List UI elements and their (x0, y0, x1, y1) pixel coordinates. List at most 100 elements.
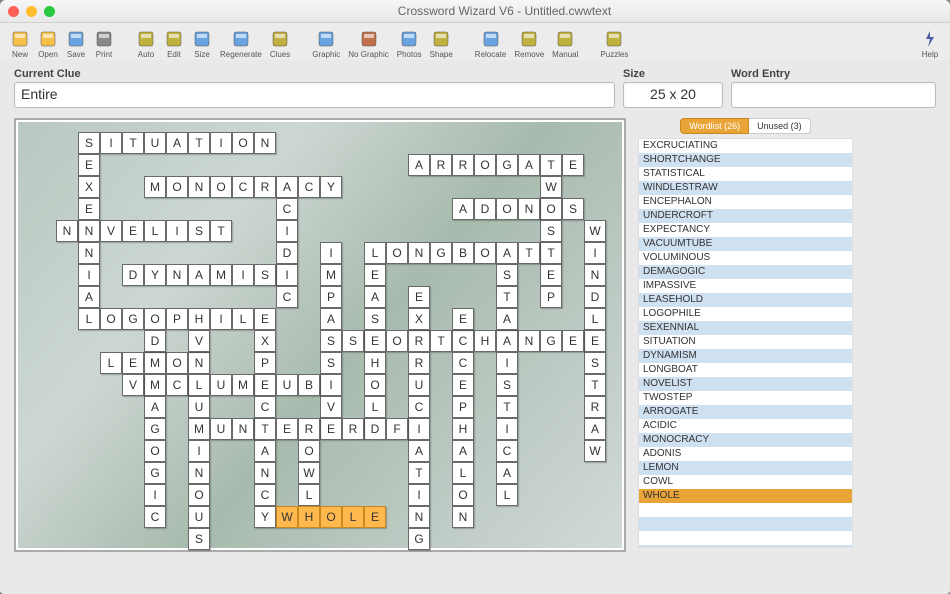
word-row[interactable]: SEXENNIAL (639, 321, 852, 335)
grid-cell[interactable]: R (584, 396, 606, 418)
grid-cell[interactable]: O (364, 374, 386, 396)
grid-cell[interactable]: O (100, 308, 122, 330)
grid-cell[interactable]: Y (144, 264, 166, 286)
grid-cell[interactable]: O (452, 484, 474, 506)
word-row[interactable]: VACUUMTUBE (639, 237, 852, 251)
word-row[interactable]: COWL (639, 475, 852, 489)
grid-cell[interactable]: D (122, 264, 144, 286)
grid-cell[interactable]: S (562, 198, 584, 220)
grid-cell[interactable]: S (320, 352, 342, 374)
grid-cell[interactable]: O (474, 154, 496, 176)
grid-cell[interactable]: N (232, 418, 254, 440)
grid-cell[interactable]: S (320, 330, 342, 352)
word-row[interactable]: UNDERCROFT (639, 209, 852, 223)
word-row[interactable]: ENCEPHALON (639, 195, 852, 209)
grid-cell[interactable]: Y (320, 176, 342, 198)
word-row[interactable]: IMPASSIVE (639, 279, 852, 293)
grid-cell[interactable]: E (584, 330, 606, 352)
grid-cell[interactable]: P (540, 286, 562, 308)
grid-cell[interactable]: P (254, 352, 276, 374)
grid-cell[interactable]: C (166, 374, 188, 396)
grid-cell[interactable]: M (144, 374, 166, 396)
grid-cell[interactable]: S (342, 330, 364, 352)
grid-cell[interactable]: L (364, 396, 386, 418)
grid-cell[interactable]: A (144, 396, 166, 418)
crossword-grid-panel[interactable]: SITUATIONEXENNIALARROGATEMONOCRACYCIDICW… (14, 118, 626, 552)
grid-cell[interactable]: A (452, 440, 474, 462)
grid-cell[interactable]: N (408, 506, 430, 528)
grid-cell[interactable]: A (408, 154, 430, 176)
grid-cell[interactable]: E (78, 154, 100, 176)
word-row[interactable]: TWOSTEP (639, 391, 852, 405)
grid-cell[interactable]: P (320, 286, 342, 308)
grid-cell[interactable]: C (254, 484, 276, 506)
grid-cell[interactable]: V (188, 330, 210, 352)
word-row[interactable]: DEMAGOGIC (639, 265, 852, 279)
grid-cell[interactable]: E (320, 418, 342, 440)
grid-cell[interactable]: S (254, 264, 276, 286)
grid-cell[interactable]: S (188, 220, 210, 242)
grid-cell[interactable]: N (188, 352, 210, 374)
word-row[interactable]: EXCRUCIATING (639, 139, 852, 153)
word-row[interactable]: LOGOPHILE (639, 307, 852, 321)
grid-cell[interactable]: O (144, 308, 166, 330)
grid-cell[interactable]: E (254, 374, 276, 396)
nographic-button[interactable]: No Graphic (344, 29, 392, 61)
grid-cell[interactable]: S (364, 308, 386, 330)
grid-cell[interactable]: N (166, 264, 188, 286)
grid-cell[interactable]: G (408, 528, 430, 550)
grid-cell[interactable]: D (584, 286, 606, 308)
grid-cell[interactable]: S (188, 528, 210, 550)
grid-cell[interactable]: A (518, 154, 540, 176)
clues-button[interactable]: Clues (266, 29, 294, 61)
grid-cell[interactable]: L (188, 374, 210, 396)
grid-cell[interactable]: U (276, 374, 298, 396)
grid-cell[interactable]: L (342, 506, 364, 528)
grid-cell[interactable]: D (364, 418, 386, 440)
word-row[interactable]: VOLUMINOUS (639, 251, 852, 265)
grid-cell[interactable]: X (254, 330, 276, 352)
grid-cell[interactable]: M (188, 418, 210, 440)
grid-cell[interactable]: A (496, 462, 518, 484)
grid-cell[interactable]: U (188, 506, 210, 528)
grid-cell[interactable]: T (408, 462, 430, 484)
grid-cell[interactable]: T (430, 330, 452, 352)
new-button[interactable]: New (6, 29, 34, 61)
grid-cell[interactable]: T (496, 286, 518, 308)
grid-cell[interactable]: I (276, 220, 298, 242)
grid-cell[interactable]: I (188, 440, 210, 462)
regenerate-button[interactable]: Regenerate (216, 29, 266, 61)
grid-cell[interactable]: S (78, 132, 100, 154)
grid-cell[interactable]: U (144, 132, 166, 154)
grid-cell[interactable]: S (584, 352, 606, 374)
grid-cell[interactable]: M (144, 352, 166, 374)
grid-cell[interactable]: L (100, 352, 122, 374)
grid-cell[interactable]: O (144, 440, 166, 462)
edit-button[interactable]: Edit (160, 29, 188, 61)
grid-cell[interactable]: C (298, 176, 320, 198)
grid-cell[interactable]: I (210, 132, 232, 154)
grid-cell[interactable]: I (320, 374, 342, 396)
word-row[interactable]: SITUATION (639, 335, 852, 349)
size-button[interactable]: Size (188, 29, 216, 61)
grid-cell[interactable]: R (408, 330, 430, 352)
grid-cell[interactable]: I (584, 242, 606, 264)
grid-cell[interactable]: G (122, 308, 144, 330)
grid-cell[interactable]: S (540, 220, 562, 242)
grid-cell[interactable]: N (78, 220, 100, 242)
grid-cell[interactable]: I (320, 242, 342, 264)
grid-cell[interactable]: L (364, 242, 386, 264)
grid-cell[interactable]: S (496, 374, 518, 396)
grid-cell[interactable]: L (232, 308, 254, 330)
grid-cell[interactable]: I (166, 220, 188, 242)
word-row[interactable]: SHORTCHANGE (639, 153, 852, 167)
grid-cell[interactable]: W (584, 440, 606, 462)
grid-cell[interactable]: O (386, 242, 408, 264)
word-row[interactable]: DYNAMISM (639, 349, 852, 363)
grid-cell[interactable]: O (188, 484, 210, 506)
grid-size-input[interactable]: 25 x 20 (623, 82, 723, 108)
grid-cell[interactable]: N (518, 330, 540, 352)
grid-cell[interactable]: N (518, 198, 540, 220)
grid-cell[interactable]: N (56, 220, 78, 242)
grid-cell[interactable]: O (386, 330, 408, 352)
